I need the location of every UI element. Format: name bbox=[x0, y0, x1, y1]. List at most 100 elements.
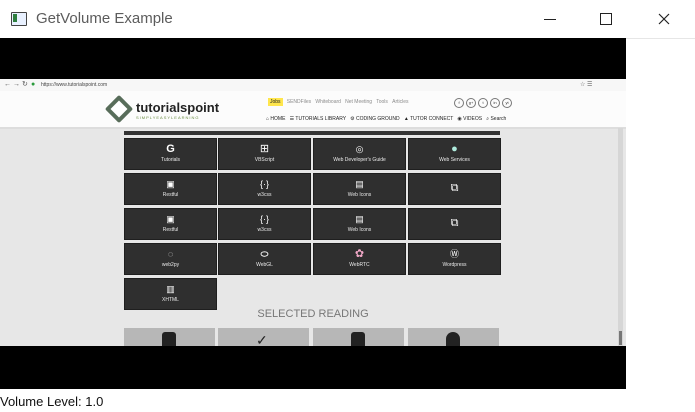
back-icon: ← bbox=[4, 81, 11, 88]
tile-label: w3css bbox=[257, 227, 272, 233]
tile-webrtc: ✿ WebRTC bbox=[313, 243, 406, 275]
reading-card-2: ✓ bbox=[218, 328, 309, 346]
people-icon bbox=[446, 332, 460, 346]
volume-level-label: Volume Level: 1.0 bbox=[0, 394, 104, 409]
video-icon: ◉ bbox=[457, 116, 462, 122]
close-icon bbox=[658, 13, 670, 25]
maximize-icon bbox=[600, 13, 612, 25]
tile-webgl: ⬭ WebGL bbox=[218, 243, 311, 275]
tile-web-developers-guide: ◎ Web Developer's Guide bbox=[313, 138, 406, 170]
reading-card-3 bbox=[313, 328, 404, 346]
reading-icon bbox=[162, 332, 176, 346]
site-topbar: Jobs SENDFiles Whiteboard Net Meeting To… bbox=[268, 98, 409, 106]
scrollbar-thumb bbox=[619, 331, 622, 345]
browser-url: https://www.tutorialspoint.com bbox=[41, 82, 108, 88]
window-title: GetVolume Example bbox=[36, 10, 173, 27]
tile-restful-2: ▣ Restful bbox=[124, 208, 217, 240]
tile-photo-2: ⧉ bbox=[408, 208, 501, 240]
webrtc-icon: ✿ bbox=[354, 248, 365, 260]
tile-photo: ⧉ bbox=[408, 173, 501, 205]
logo-icon bbox=[104, 94, 134, 124]
tile-label: Wordpress bbox=[442, 262, 467, 268]
nav-home: HOME bbox=[270, 116, 286, 122]
media-view[interactable]: ← → ↻ ● https://www.tutorialspoint.com ☆… bbox=[0, 38, 626, 389]
home-icon: ⌂ bbox=[266, 116, 270, 122]
tile-web-icons-2: ▤ Web Icons bbox=[313, 208, 406, 240]
web-services-icon: ● bbox=[451, 143, 458, 155]
app-icon bbox=[11, 12, 27, 26]
nav-coding-ground: CODING GROUND bbox=[356, 116, 400, 122]
checkmark-icon: ✓ bbox=[256, 332, 268, 346]
nav-tutor-connect: TUTOR CONNECT bbox=[410, 116, 454, 122]
photo-icon: ⧉ bbox=[450, 217, 459, 229]
tile-web-services: ● Web Services bbox=[408, 138, 501, 170]
web-icons-icon: ▤ bbox=[355, 214, 364, 224]
w3css-icon: {·} bbox=[259, 214, 269, 224]
tile-label: web2py bbox=[161, 262, 180, 268]
webgl-icon: ⬭ bbox=[260, 249, 269, 259]
google-plus-icon: g+ bbox=[466, 98, 476, 108]
topbar-jobs: Jobs bbox=[268, 98, 283, 106]
nav-videos: VIDEOS bbox=[463, 116, 483, 122]
tile-label: Restful bbox=[162, 192, 179, 198]
site-nav: ⌂ HOME ☰ TUTORIALS LIBRARY ⚙ CODING GROU… bbox=[266, 116, 506, 122]
tile-label: Web Icons bbox=[347, 192, 372, 198]
browser-menu-icon: ☆ ☰ bbox=[580, 82, 593, 88]
tile-label: Web Icons bbox=[347, 227, 372, 233]
web2py-icon: ◌ bbox=[167, 249, 174, 259]
xhtml-icon: ▥ bbox=[166, 284, 175, 294]
lock-icon: ● bbox=[31, 81, 36, 88]
twitter-icon: t bbox=[478, 98, 488, 108]
tile-w3css: {·} w3css bbox=[218, 173, 311, 205]
video-frame: ← → ↻ ● https://www.tutorialspoint.com ☆… bbox=[0, 79, 626, 346]
tile-label: VBScript bbox=[254, 157, 275, 163]
www-icon: ◎ bbox=[355, 144, 364, 154]
tile-label: w3css bbox=[257, 192, 272, 198]
windows-icon: ⊞ bbox=[259, 143, 270, 155]
reading-card-4 bbox=[408, 328, 499, 346]
web-icons-icon: ▤ bbox=[355, 179, 364, 189]
maximize-button[interactable] bbox=[583, 0, 629, 38]
tile-w3css-2: {·} w3css bbox=[218, 208, 311, 240]
topbar-tools: Tools bbox=[376, 99, 388, 105]
tile-xhtml: ▥ XHTML bbox=[124, 278, 217, 310]
library-icon: ☰ bbox=[289, 116, 295, 122]
selected-reading-heading: SELECTED READING bbox=[257, 308, 369, 320]
youtube-icon: yt bbox=[502, 98, 512, 108]
tile-label: XHTML bbox=[162, 297, 179, 303]
restful-icon: ▣ bbox=[166, 179, 175, 189]
tile-web2py: ◌ web2py bbox=[124, 243, 217, 275]
close-button[interactable] bbox=[641, 0, 687, 38]
tile-wordpress: Ⓦ Wordpress bbox=[408, 243, 501, 275]
tile-tutorials: G Tutorials bbox=[124, 138, 217, 170]
tile-vbscript: ⊞ VBScript bbox=[218, 138, 311, 170]
nav-tutorials-library: TUTORIALS LIBRARY bbox=[295, 116, 346, 122]
topbar-sendfiles: SENDFiles bbox=[286, 99, 312, 105]
minimize-button[interactable] bbox=[527, 0, 573, 38]
reload-icon: ↻ bbox=[22, 81, 28, 88]
site-header: tutorialspoint SIMPLYEASYLEARNING Jobs S… bbox=[0, 91, 626, 129]
site-tagline: SIMPLYEASYLEARNING bbox=[136, 115, 200, 120]
forward-icon: → bbox=[13, 81, 20, 88]
w3css-icon: {·} bbox=[259, 179, 269, 189]
book-icon bbox=[351, 332, 365, 346]
search-icon: ⌕ bbox=[486, 116, 490, 122]
reading-card-1 bbox=[124, 328, 215, 346]
tile-label: WebGL bbox=[256, 262, 273, 268]
site-logo-text: tutorialspoint bbox=[136, 100, 220, 115]
topbar-net-meeting: Net Meeting bbox=[345, 99, 373, 105]
coding-icon: ⚙ bbox=[350, 116, 355, 122]
g-icon: G bbox=[166, 143, 175, 155]
topbar-articles: Articles bbox=[392, 99, 409, 105]
window-titlebar: GetVolume Example bbox=[0, 0, 695, 39]
tile-label: Web Services bbox=[439, 157, 470, 163]
tile-web-icons: ▤ Web Icons bbox=[313, 173, 406, 205]
tutor-icon: ▲ bbox=[403, 116, 409, 122]
photo-icon: ⧉ bbox=[450, 182, 459, 194]
tile-label: WebRTC bbox=[349, 262, 370, 268]
linkedin-icon: in bbox=[490, 98, 500, 108]
topbar-whiteboard: Whiteboard bbox=[315, 99, 341, 105]
social-icons: f g+ t in yt bbox=[454, 98, 512, 108]
tile-strip bbox=[124, 131, 500, 135]
wordpress-icon: Ⓦ bbox=[449, 249, 459, 259]
